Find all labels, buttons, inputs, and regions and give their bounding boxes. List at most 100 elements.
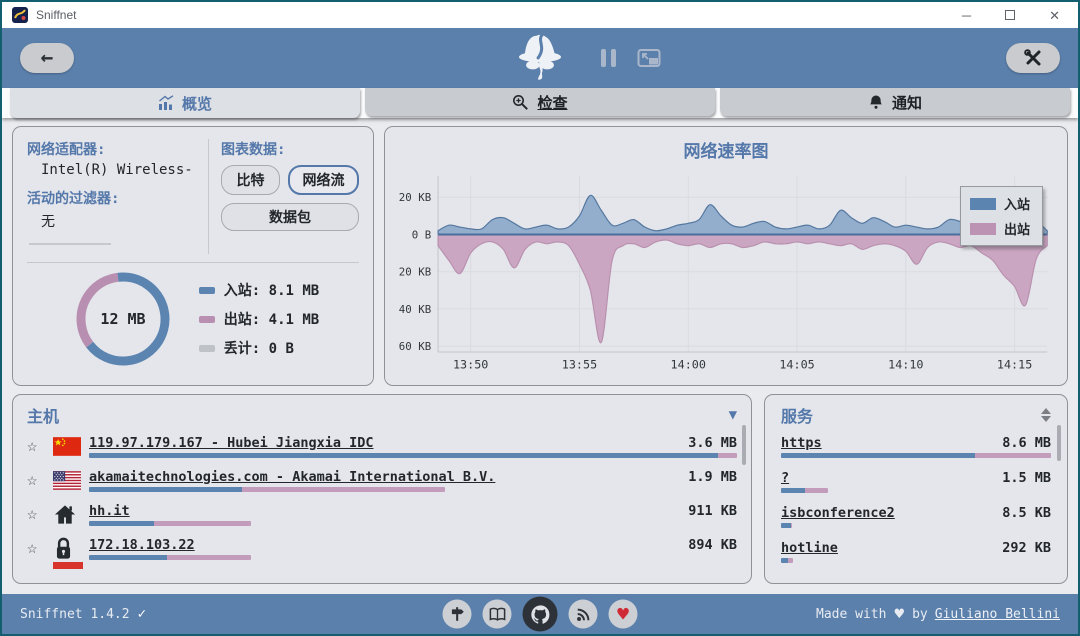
- back-button[interactable]: ←: [20, 43, 74, 73]
- netflow-button[interactable]: 网络流: [288, 165, 359, 195]
- news-button[interactable]: [569, 600, 598, 629]
- made-with-heart-icon: ♥: [893, 607, 905, 622]
- table-row[interactable]: isbconference2 8.5 KB: [781, 499, 1051, 534]
- legend-text: 入站: 8.1 MB: [224, 280, 319, 300]
- table-row[interactable]: ☆ hh.it 911 KB: [27, 497, 737, 531]
- back-arrow-icon: ←: [41, 47, 54, 68]
- app-version: Sniffnet 1.4.2: [20, 607, 130, 622]
- host-traffic-bar: [89, 487, 445, 492]
- services-scrollbar[interactable]: [1057, 425, 1061, 461]
- heart-icon: ♥: [616, 605, 630, 624]
- host-size: 3.6 MB: [688, 435, 737, 451]
- legend-swatch: [970, 223, 996, 235]
- chart-overview-icon: [158, 95, 174, 111]
- x-tick-label: 13:55: [562, 358, 597, 372]
- legend-text: 入站: [1004, 194, 1030, 213]
- chart-legend-row: 入站: [970, 194, 1030, 213]
- donut-legend: 入站: 8.1 MB 出站: 4.1 MB 丢计: 0 B: [199, 280, 319, 358]
- service-size: 1.5 MB: [1002, 470, 1051, 486]
- table-row[interactable]: ☆ 172.18.103.22 894 KB: [27, 531, 737, 565]
- author-link[interactable]: Giuliano Bellini: [935, 607, 1060, 622]
- favorite-star-icon[interactable]: ☆: [27, 504, 53, 524]
- y-tick-label: 20 KB: [399, 191, 431, 204]
- wiki-button[interactable]: [483, 600, 512, 629]
- close-button[interactable]: ✕: [1049, 9, 1060, 22]
- chart-legend: 入站出站: [960, 186, 1043, 246]
- next-row-flag-peek: [53, 562, 83, 569]
- tab-overview[interactable]: 概览: [10, 88, 360, 118]
- signpost-button[interactable]: [443, 600, 472, 629]
- main-content: 网络适配器: Intel(R) Wireless- 活动的过滤器: 无 图表数据…: [2, 118, 1078, 594]
- legend-swatch: [970, 198, 996, 210]
- table-row[interactable]: ? 1.5 MB: [781, 464, 1051, 499]
- lock-icon: [53, 536, 74, 561]
- chart-legend-row: 出站: [970, 219, 1030, 238]
- sponsor-button[interactable]: ♥: [609, 600, 638, 629]
- host-name: akamaitechnologies.com - Akamai Internat…: [89, 469, 495, 485]
- favorite-star-icon[interactable]: ☆: [27, 538, 53, 558]
- app-header: ←: [2, 28, 1078, 88]
- hosts-sort-icon[interactable]: ▼: [729, 407, 737, 423]
- tab-inspect[interactable]: 检查: [365, 88, 715, 116]
- service-traffic-bar: [781, 558, 793, 563]
- footer-bar: Sniffnet 1.4.2 ✓: [2, 594, 1078, 634]
- maximize-button[interactable]: [1005, 9, 1015, 22]
- favorite-star-icon[interactable]: ☆: [27, 470, 53, 490]
- host-size: 911 KB: [688, 503, 737, 519]
- y-tick-label: 40 KB: [399, 303, 431, 316]
- table-row[interactable]: https 8.6 MB: [781, 429, 1051, 464]
- service-name: isbconference2: [781, 505, 895, 521]
- donut-legend-row: 丢计: 0 B: [199, 338, 319, 358]
- github-icon: [529, 603, 551, 625]
- donut-legend-row: 出站: 4.1 MB: [199, 309, 319, 329]
- hosts-list: ☆ 119.97.179.167 - Hubei Jiangxia IDC 3.…: [27, 429, 737, 565]
- zoom-magnifier-icon: [512, 94, 529, 111]
- favorite-star-icon[interactable]: ☆: [27, 436, 53, 456]
- service-name: https: [781, 435, 822, 451]
- window-title: Sniffnet: [36, 8, 76, 22]
- x-tick-label: 14:10: [888, 358, 923, 372]
- x-tick-label: 14:00: [671, 358, 706, 372]
- host-icon: [53, 471, 89, 490]
- minimize-button[interactable]: ─: [962, 9, 971, 22]
- services-panel: 服务 https 8.6 MB ? 1.5 MB: [764, 394, 1068, 584]
- book-icon: [488, 606, 506, 622]
- filters-value: 无: [27, 211, 198, 231]
- packets-button[interactable]: 数据包: [221, 203, 359, 231]
- host-name: 119.97.179.167 - Hubei Jiangxia IDC: [89, 435, 373, 451]
- service-size: 292 KB: [1002, 540, 1051, 556]
- service-size: 8.5 KB: [1002, 505, 1051, 521]
- thumbnail-mode-icon[interactable]: [637, 48, 661, 68]
- host-traffic-bar: [89, 555, 251, 560]
- services-sort-icon[interactable]: [1041, 408, 1051, 422]
- sort-down-arrow: [1041, 416, 1051, 422]
- title-bar: Sniffnet ─ ✕: [2, 2, 1078, 28]
- bell-icon: [868, 94, 884, 110]
- bits-button[interactable]: 比特: [221, 165, 280, 195]
- chart-title: 网络速率图: [393, 137, 1059, 162]
- adapter-label: 网络适配器:: [27, 139, 198, 159]
- flag-cn-icon: [53, 437, 81, 456]
- home-icon: [53, 503, 77, 526]
- github-button[interactable]: [523, 597, 558, 632]
- area-series-出站: [438, 234, 1047, 342]
- donut-total-label: 12 MB: [100, 310, 145, 328]
- sniffnet-window: Sniffnet ─ ✕ ←: [0, 0, 1080, 636]
- tab-inspect-label: 检查: [537, 92, 567, 113]
- table-row[interactable]: ☆ 119.97.179.167 - Hubei Jiangxia IDC 3.…: [27, 429, 737, 463]
- tab-notifications[interactable]: 通知: [720, 88, 1070, 116]
- service-name: ?: [781, 470, 789, 486]
- hosts-scrollbar[interactable]: [742, 425, 746, 465]
- y-tick-label: 20 KB: [399, 266, 431, 279]
- host-icon: [53, 437, 89, 456]
- pause-icon[interactable]: [600, 48, 617, 68]
- table-row[interactable]: ☆ akamaitechnologies.com - Akamai Intern…: [27, 463, 737, 497]
- donut-legend-row: 入站: 8.1 MB: [199, 280, 319, 300]
- overview-settings-panel: 网络适配器: Intel(R) Wireless- 活动的过滤器: 无 图表数据…: [12, 126, 374, 386]
- legend-text: 丢计: 0 B: [224, 338, 294, 358]
- x-tick-label: 13:50: [453, 358, 488, 372]
- sort-up-arrow: [1041, 408, 1051, 414]
- table-row[interactable]: hotline 292 KB: [781, 534, 1051, 569]
- legend-swatch: [199, 345, 215, 352]
- settings-button[interactable]: [1006, 43, 1060, 73]
